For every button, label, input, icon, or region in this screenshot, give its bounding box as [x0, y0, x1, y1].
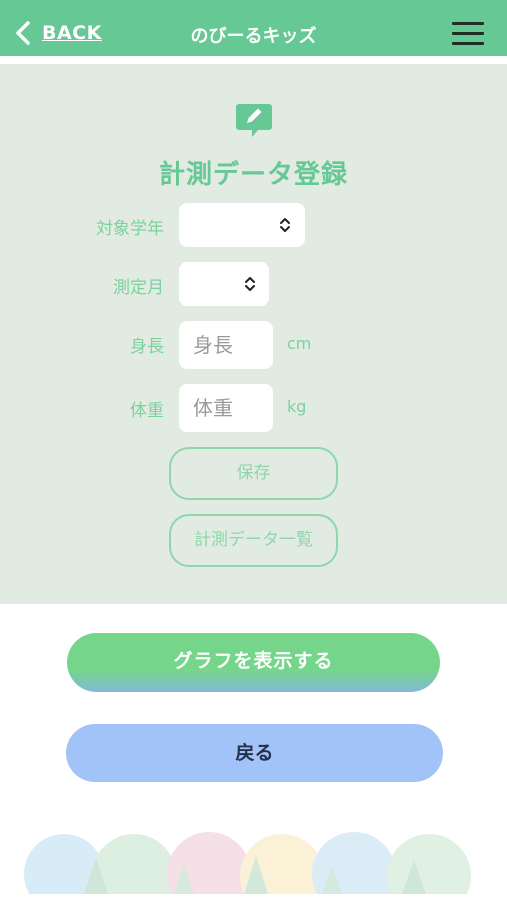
weight-input[interactable]: 体重: [179, 384, 273, 432]
weight-unit: kg: [287, 397, 307, 416]
month-select[interactable]: [179, 262, 269, 306]
show-graph-button[interactable]: グラフを表示する: [67, 633, 440, 692]
measurement-form-panel: 計測データ登録 対象学年 測定月 身長 身長 cm 体重 体重 kg 保存 計測…: [0, 64, 507, 604]
month-label: 測定月: [113, 278, 164, 298]
pencil-speech-bubble-icon: [236, 104, 272, 137]
grade-label: 対象学年: [96, 219, 164, 239]
grade-select[interactable]: [179, 203, 305, 247]
save-button[interactable]: 保存: [169, 447, 338, 500]
height-label: 身長: [130, 337, 164, 357]
height-input[interactable]: 身長: [179, 321, 273, 369]
form-title: 計測データ登録: [158, 160, 348, 190]
select-updown-icon: [280, 218, 290, 232]
decorative-footer-illustration: [24, 826, 484, 894]
return-button[interactable]: 戻る: [66, 724, 443, 782]
measurement-list-button[interactable]: 計測データ一覧: [169, 514, 338, 567]
select-updown-icon: [245, 277, 255, 291]
weight-label: 体重: [130, 401, 164, 421]
app-header: BACK のびーるキッズ: [0, 0, 507, 60]
height-unit: cm: [287, 334, 312, 353]
app-title: のびーるキッズ: [190, 26, 317, 47]
hamburger-menu-icon[interactable]: [452, 22, 484, 46]
